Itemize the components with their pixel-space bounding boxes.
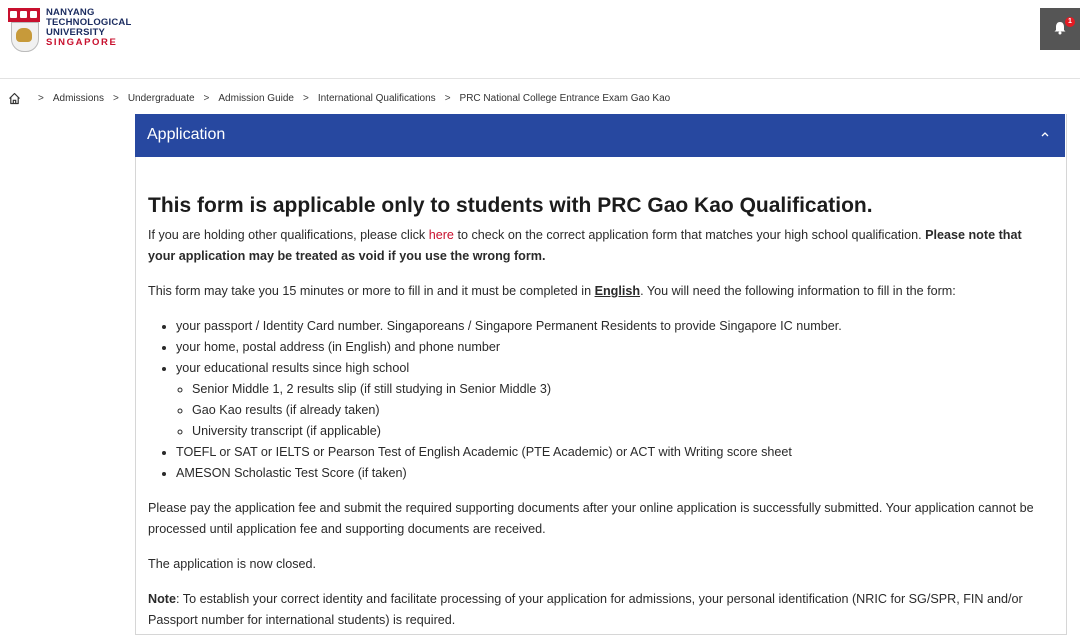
accordion-title: Application	[147, 126, 226, 143]
breadcrumb-separator: >	[444, 92, 451, 104]
breadcrumb-separator: >	[203, 92, 210, 104]
sub-list-item: Senior Middle 1, 2 results slip (if stil…	[192, 379, 1048, 400]
note-label: Note	[148, 592, 176, 606]
ntu-logo[interactable]: NANYANG TECHNOLOGICAL UNIVERSITY SINGAPO…	[8, 8, 131, 52]
fee-paragraph: Please pay the application fee and submi…	[148, 501, 1034, 536]
chevron-up-icon[interactable]	[1039, 128, 1051, 140]
time-text-cont: . You will need the following informatio…	[640, 284, 956, 298]
breadcrumb-admissions[interactable]: Admissions	[53, 93, 104, 104]
ntu-crest-icon	[8, 8, 40, 52]
logo-line: SINGAPORE	[46, 37, 118, 48]
intro-text-cont: to check on the correct application form…	[453, 228, 926, 242]
list-item-label: your educational results since high scho…	[176, 361, 410, 375]
time-text: This form may take you 15 minutes or mor…	[148, 284, 595, 298]
breadcrumb-undergraduate[interactable]: Undergraduate	[128, 93, 195, 104]
breadcrumb: > Admissions > Undergraduate > Admission…	[8, 90, 670, 106]
requirements-list: your passport / Identity Card number. Si…	[148, 316, 1048, 484]
intro-paragraph: If you are holding other qualifications,…	[148, 225, 1048, 267]
list-item: your passport / Identity Card number. Si…	[176, 316, 1048, 337]
sub-list-item: Gao Kao results (if already taken)	[192, 400, 1048, 421]
accordion-header[interactable]: Application	[135, 114, 1065, 157]
closed-notice: The application is now closed.	[148, 557, 317, 571]
application-accordion: Application This form is applicable only…	[135, 114, 1067, 635]
accordion-content: This form is applicable only to students…	[148, 194, 1048, 631]
site-header: NANYANG TECHNOLOGICAL UNIVERSITY SINGAPO…	[0, 0, 1080, 79]
sub-list-item: University transcript (if applicable)	[192, 421, 1048, 442]
breadcrumb-admission-guide[interactable]: Admission Guide	[218, 93, 294, 104]
notifications-button[interactable]: 1	[1040, 8, 1080, 50]
here-link[interactable]: here	[429, 228, 454, 242]
intro-text: If you are holding other qualifications,…	[148, 228, 429, 242]
breadcrumb-separator: >	[302, 92, 309, 104]
language-emphasis: English	[594, 284, 641, 298]
logo-text: NANYANG TECHNOLOGICAL UNIVERSITY SINGAPO…	[46, 8, 131, 48]
breadcrumb-separator: >	[38, 92, 44, 104]
note-text: : To establish your correct identity and…	[148, 592, 1023, 627]
note-paragraph: Note: To establish your correct identity…	[148, 589, 1048, 631]
list-item: your home, postal address (in English) a…	[176, 337, 1048, 358]
list-item: AMESON Scholastic Test Score (if taken)	[176, 463, 1048, 484]
breadcrumb-separator: >	[112, 92, 119, 104]
educational-results-sublist: Senior Middle 1, 2 results slip (if stil…	[176, 379, 1048, 442]
list-item: TOEFL or SAT or IELTS or Pearson Test of…	[176, 442, 1048, 463]
breadcrumb-gao-kao[interactable]: PRC National College Entrance Exam Gao K…	[460, 93, 671, 104]
home-icon[interactable]	[8, 92, 21, 105]
list-item: your educational results since high scho…	[176, 358, 1048, 442]
notification-badge: 1	[1065, 17, 1075, 27]
page-heading: This form is applicable only to students…	[148, 194, 873, 217]
time-paragraph: This form may take you 15 minutes or mor…	[148, 281, 1048, 302]
breadcrumb-international-qualifications[interactable]: International Qualifications	[318, 93, 436, 104]
